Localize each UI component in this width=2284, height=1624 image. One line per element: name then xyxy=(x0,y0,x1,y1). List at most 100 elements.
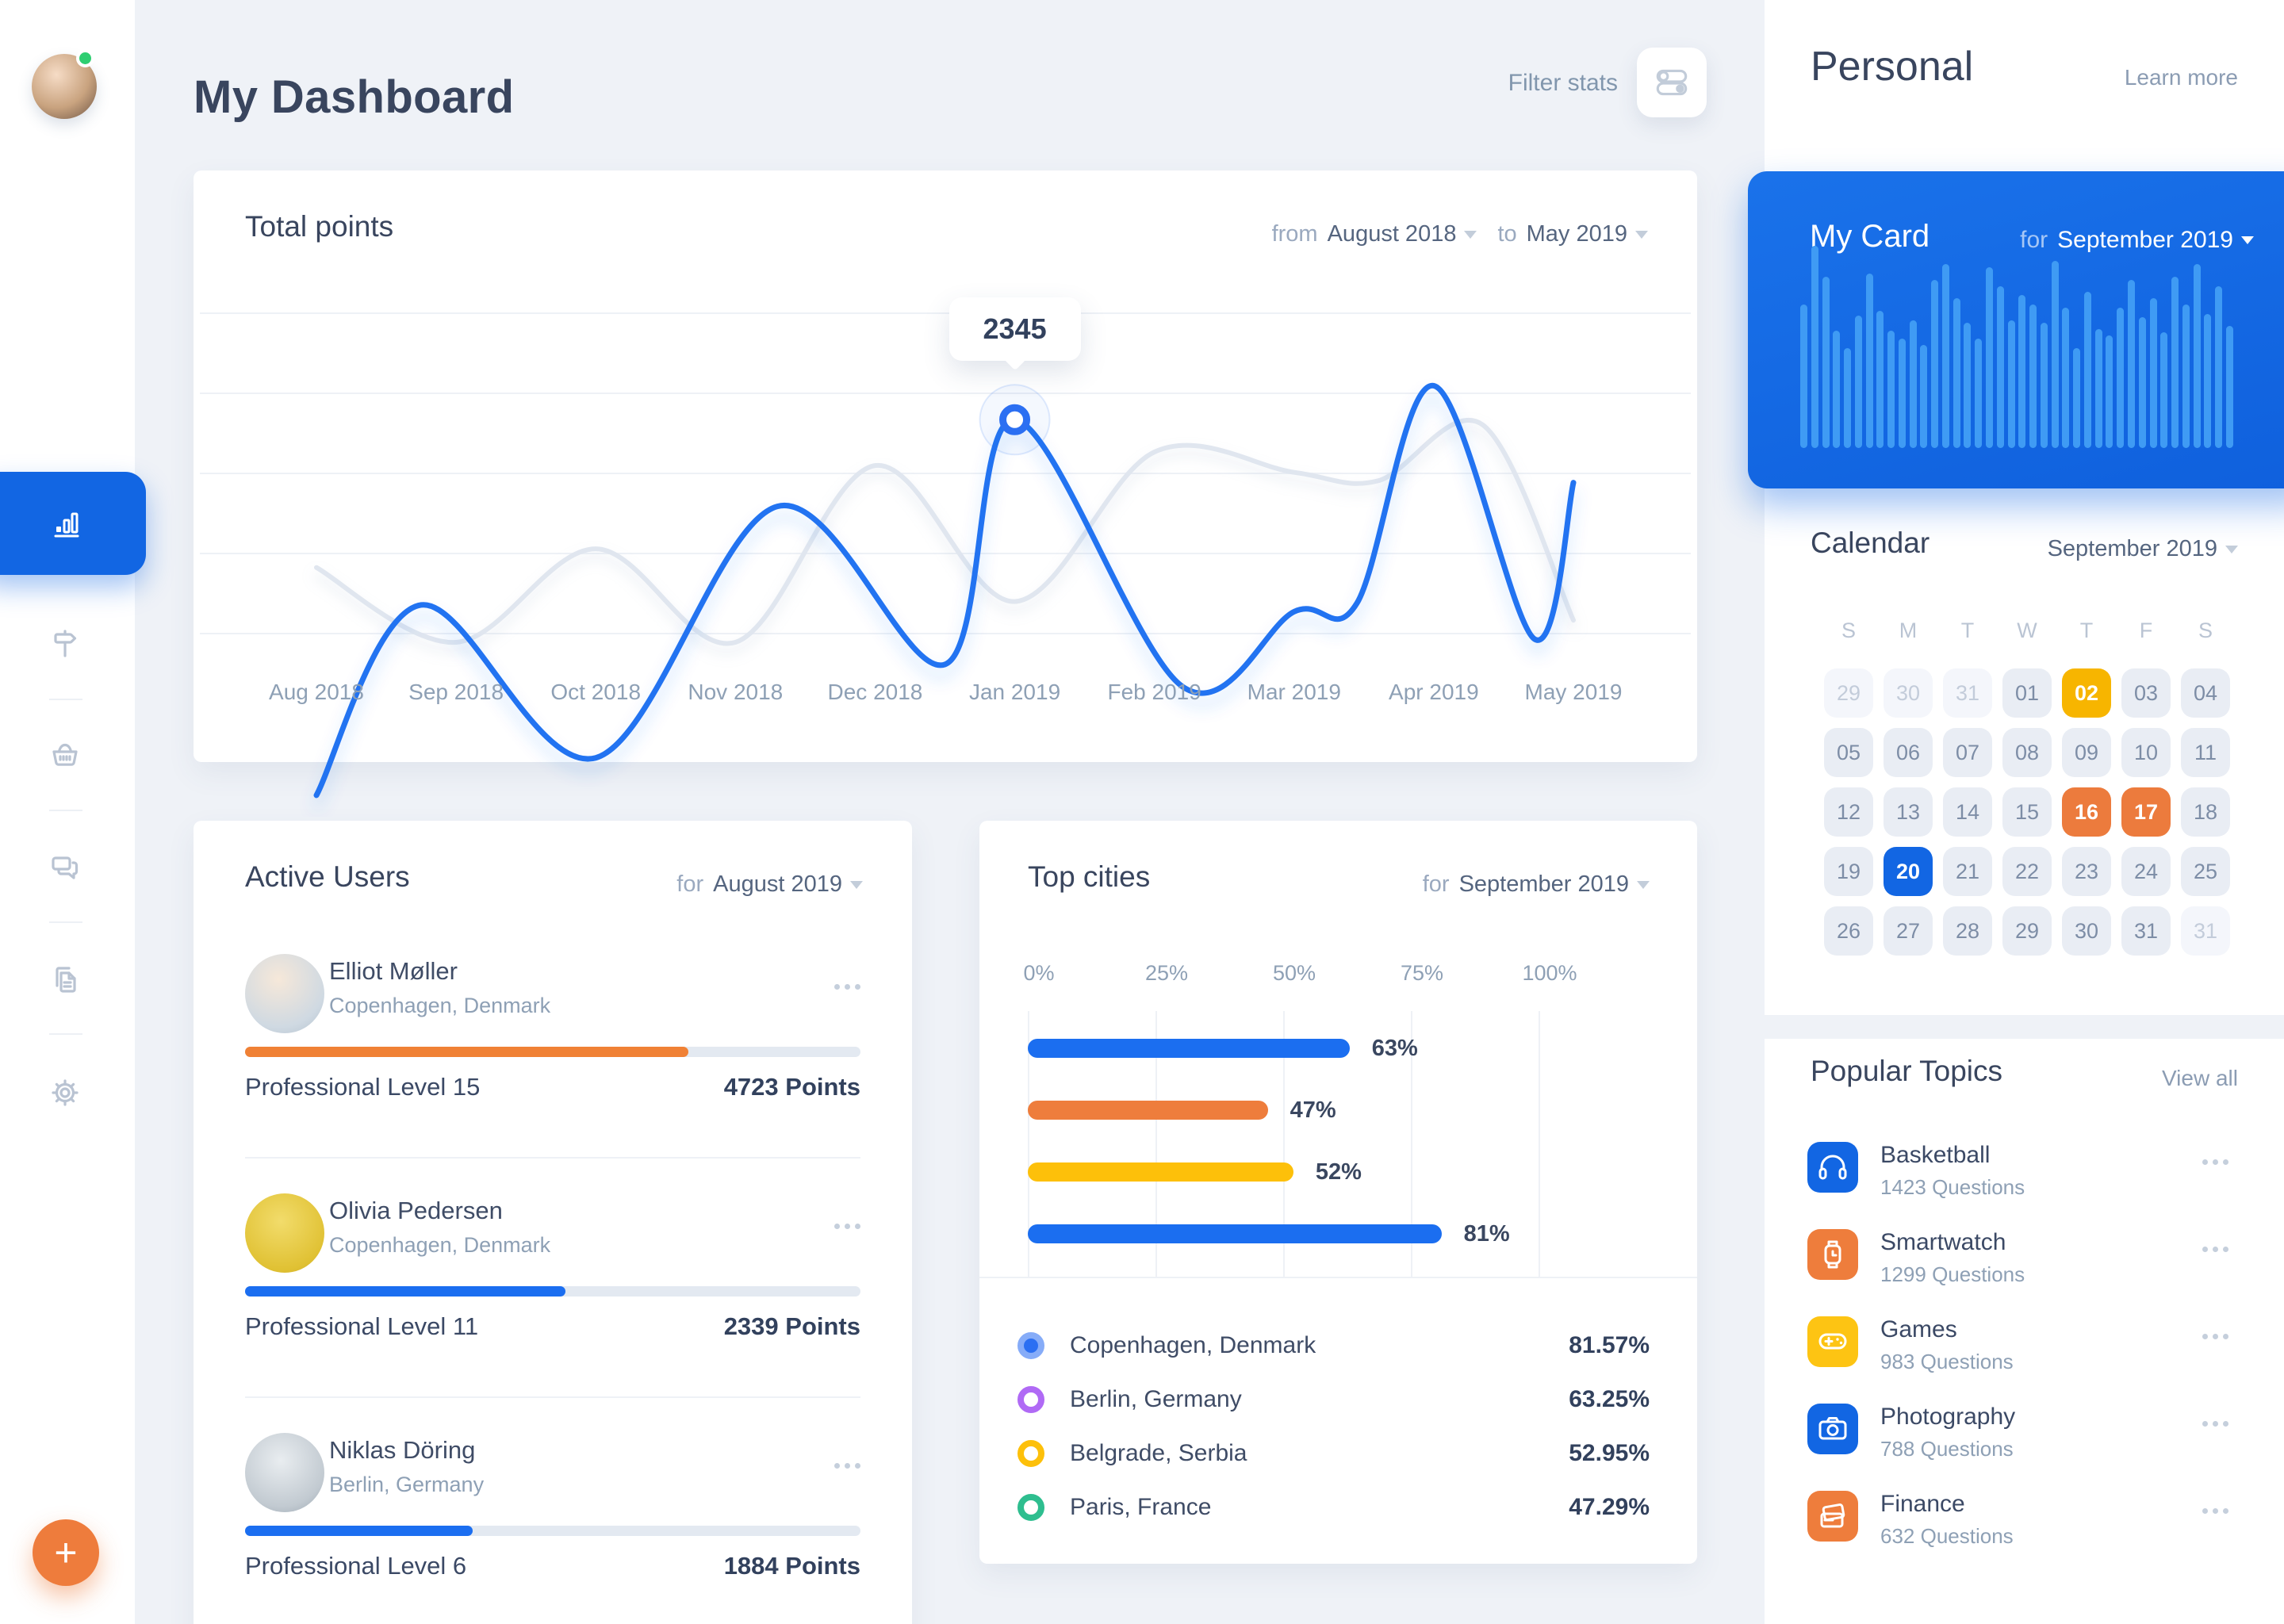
personal-panel: Personal Learn more My Card for Septembe… xyxy=(1748,0,2284,1624)
calendar-cell[interactable]: 09 xyxy=(2062,728,2111,777)
chart-highlight-marker[interactable] xyxy=(979,384,1051,456)
waveform-bar xyxy=(2040,323,2048,448)
user-name: Elliot Møller xyxy=(329,957,458,985)
sidebar-item-market[interactable] xyxy=(46,736,84,774)
calendar-cell[interactable]: 20 xyxy=(1884,847,1933,896)
calendar-cell[interactable]: 12 xyxy=(1824,787,1873,837)
gear-icon xyxy=(52,1079,79,1106)
calendar-cell[interactable]: 24 xyxy=(2121,847,2171,896)
view-all-link[interactable]: View all xyxy=(2162,1066,2238,1091)
user-points-value: 4723 Points xyxy=(723,1073,860,1101)
row-divider xyxy=(245,1157,860,1159)
calendar-cell[interactable]: 04 xyxy=(2181,668,2230,718)
progress-track xyxy=(245,1526,860,1536)
calendar-cell[interactable]: 08 xyxy=(2002,728,2052,777)
progress-fill xyxy=(245,1526,473,1536)
calendar-cell[interactable]: 01 xyxy=(2002,668,2052,718)
legend-marker-icon xyxy=(1017,1332,1044,1359)
row-menu-button[interactable] xyxy=(2202,1334,2228,1339)
chevron-down-icon[interactable] xyxy=(1635,230,1648,239)
user-avatar xyxy=(245,1433,324,1512)
x-axis-label: Sep 2018 xyxy=(408,680,504,704)
sidebar-item-dashboard[interactable] xyxy=(0,472,146,575)
calendar-cell[interactable]: 31 xyxy=(1943,668,1992,718)
period-dropdown[interactable]: August 2019 xyxy=(713,871,842,898)
calendar-cell[interactable]: 03 xyxy=(2121,668,2171,718)
chevron-down-icon[interactable] xyxy=(1637,880,1650,889)
chevron-down-icon[interactable] xyxy=(2241,236,2254,244)
period-dropdown[interactable]: September 2019 xyxy=(1459,871,1629,898)
filter-stats-icon-button[interactable] xyxy=(1637,48,1707,117)
topic-row[interactable]: Photography 788 Questions xyxy=(1807,1404,2238,1491)
sidebar-item-milestones[interactable] xyxy=(46,625,84,663)
calendar-cell[interactable]: 07 xyxy=(1943,728,1992,777)
calendar-cell[interactable]: 27 xyxy=(1884,906,1933,956)
calendar-cell[interactable]: 30 xyxy=(1884,668,1933,718)
legend-row: Copenhagen, Denmark 81.57% xyxy=(1017,1319,1650,1373)
city-bar-value: 63% xyxy=(1371,1036,1418,1061)
calendar-cell[interactable]: 28 xyxy=(1943,906,1992,956)
row-menu-button[interactable] xyxy=(2202,1508,2228,1514)
topic-row[interactable]: Finance 632 Questions xyxy=(1807,1491,2238,1578)
topic-row[interactable]: Games 983 Questions xyxy=(1807,1316,2238,1404)
chevron-down-icon[interactable] xyxy=(850,880,863,889)
row-menu-button[interactable] xyxy=(834,984,860,990)
waveform-bar xyxy=(1941,264,1949,448)
calendar-cell[interactable]: 31 xyxy=(2181,906,2230,956)
topic-row[interactable]: Basketball 1423 Questions xyxy=(1807,1142,2238,1229)
row-menu-button[interactable] xyxy=(834,1463,860,1469)
calendar-cell[interactable]: 02 xyxy=(2062,668,2111,718)
sidebar-divider xyxy=(49,1033,82,1035)
calendar-cell[interactable]: 19 xyxy=(1824,847,1873,896)
calendar-cell[interactable]: 05 xyxy=(1824,728,1873,777)
period-dropdown[interactable]: September 2019 xyxy=(2048,536,2217,562)
waveform-bar xyxy=(1844,348,1852,448)
sidebar-item-messages[interactable] xyxy=(46,848,84,886)
row-menu-button[interactable] xyxy=(2202,1421,2228,1427)
calendar-cell[interactable]: 29 xyxy=(2002,906,2052,956)
waveform-bar xyxy=(1953,298,1960,448)
calendar-cell[interactable]: 15 xyxy=(2002,787,2052,837)
top-cities-legend: Copenhagen, Denmark 81.57% Berlin, Germany… xyxy=(1017,1319,1650,1534)
calendar-cell[interactable]: 16 xyxy=(2062,787,2111,837)
calendar-cell[interactable]: 26 xyxy=(1824,906,1873,956)
row-menu-button[interactable] xyxy=(2202,1159,2228,1165)
waveform-bar xyxy=(1887,331,1895,448)
calendar-cell[interactable]: 18 xyxy=(2181,787,2230,837)
filter-stats-button[interactable]: Filter stats xyxy=(1396,70,1618,97)
waveform-bar xyxy=(2138,317,2146,448)
topic-row[interactable]: Smartwatch 1299 Questions xyxy=(1807,1229,2238,1316)
total-points-card: Total points from August 2018 to May 201… xyxy=(194,170,1697,799)
range-to-dropdown[interactable]: May 2019 xyxy=(1527,221,1627,247)
calendar-cell[interactable]: 14 xyxy=(1943,787,1992,837)
calendar-cell[interactable]: 29 xyxy=(1824,668,1873,718)
calendar-cell[interactable]: 21 xyxy=(1943,847,1992,896)
calendar-cell[interactable]: 10 xyxy=(2121,728,2171,777)
sidebar-item-documents[interactable] xyxy=(46,961,84,999)
learn-more-link[interactable]: Learn more xyxy=(2125,65,2238,90)
waveform-bar xyxy=(1996,286,2004,448)
calendar-cell[interactable]: 17 xyxy=(2121,787,2171,837)
calendar-cell[interactable]: 13 xyxy=(1884,787,1933,837)
x-axis-label: Mar 2019 xyxy=(1247,680,1341,704)
calendar-cell[interactable]: 23 xyxy=(2062,847,2111,896)
topic-questions-count: 1299 Questions xyxy=(1880,1262,2025,1286)
chevron-down-icon[interactable] xyxy=(2225,545,2238,553)
row-menu-button[interactable] xyxy=(2202,1247,2228,1252)
calendar-cell[interactable]: 30 xyxy=(2062,906,2111,956)
city-bar xyxy=(1028,1162,1293,1182)
axis-tick-label: 0% xyxy=(1023,961,1055,985)
city-bar xyxy=(1028,1039,1350,1058)
calendar-cell[interactable]: 11 xyxy=(2181,728,2230,777)
range-from-dropdown[interactable]: August 2018 xyxy=(1328,221,1457,247)
calendar-cell[interactable]: 25 xyxy=(2181,847,2230,896)
chevron-down-icon[interactable] xyxy=(1464,230,1477,239)
row-menu-button[interactable] xyxy=(834,1224,860,1229)
sidebar-item-settings[interactable] xyxy=(46,1074,84,1112)
period-for-label: for xyxy=(676,871,704,897)
calendar-cell[interactable]: 06 xyxy=(1884,728,1933,777)
calendar-cell[interactable]: 31 xyxy=(2121,906,2171,956)
add-button[interactable]: + xyxy=(33,1519,99,1586)
calendar-cell[interactable]: 22 xyxy=(2002,847,2052,896)
waveform-bar xyxy=(1920,345,1928,448)
